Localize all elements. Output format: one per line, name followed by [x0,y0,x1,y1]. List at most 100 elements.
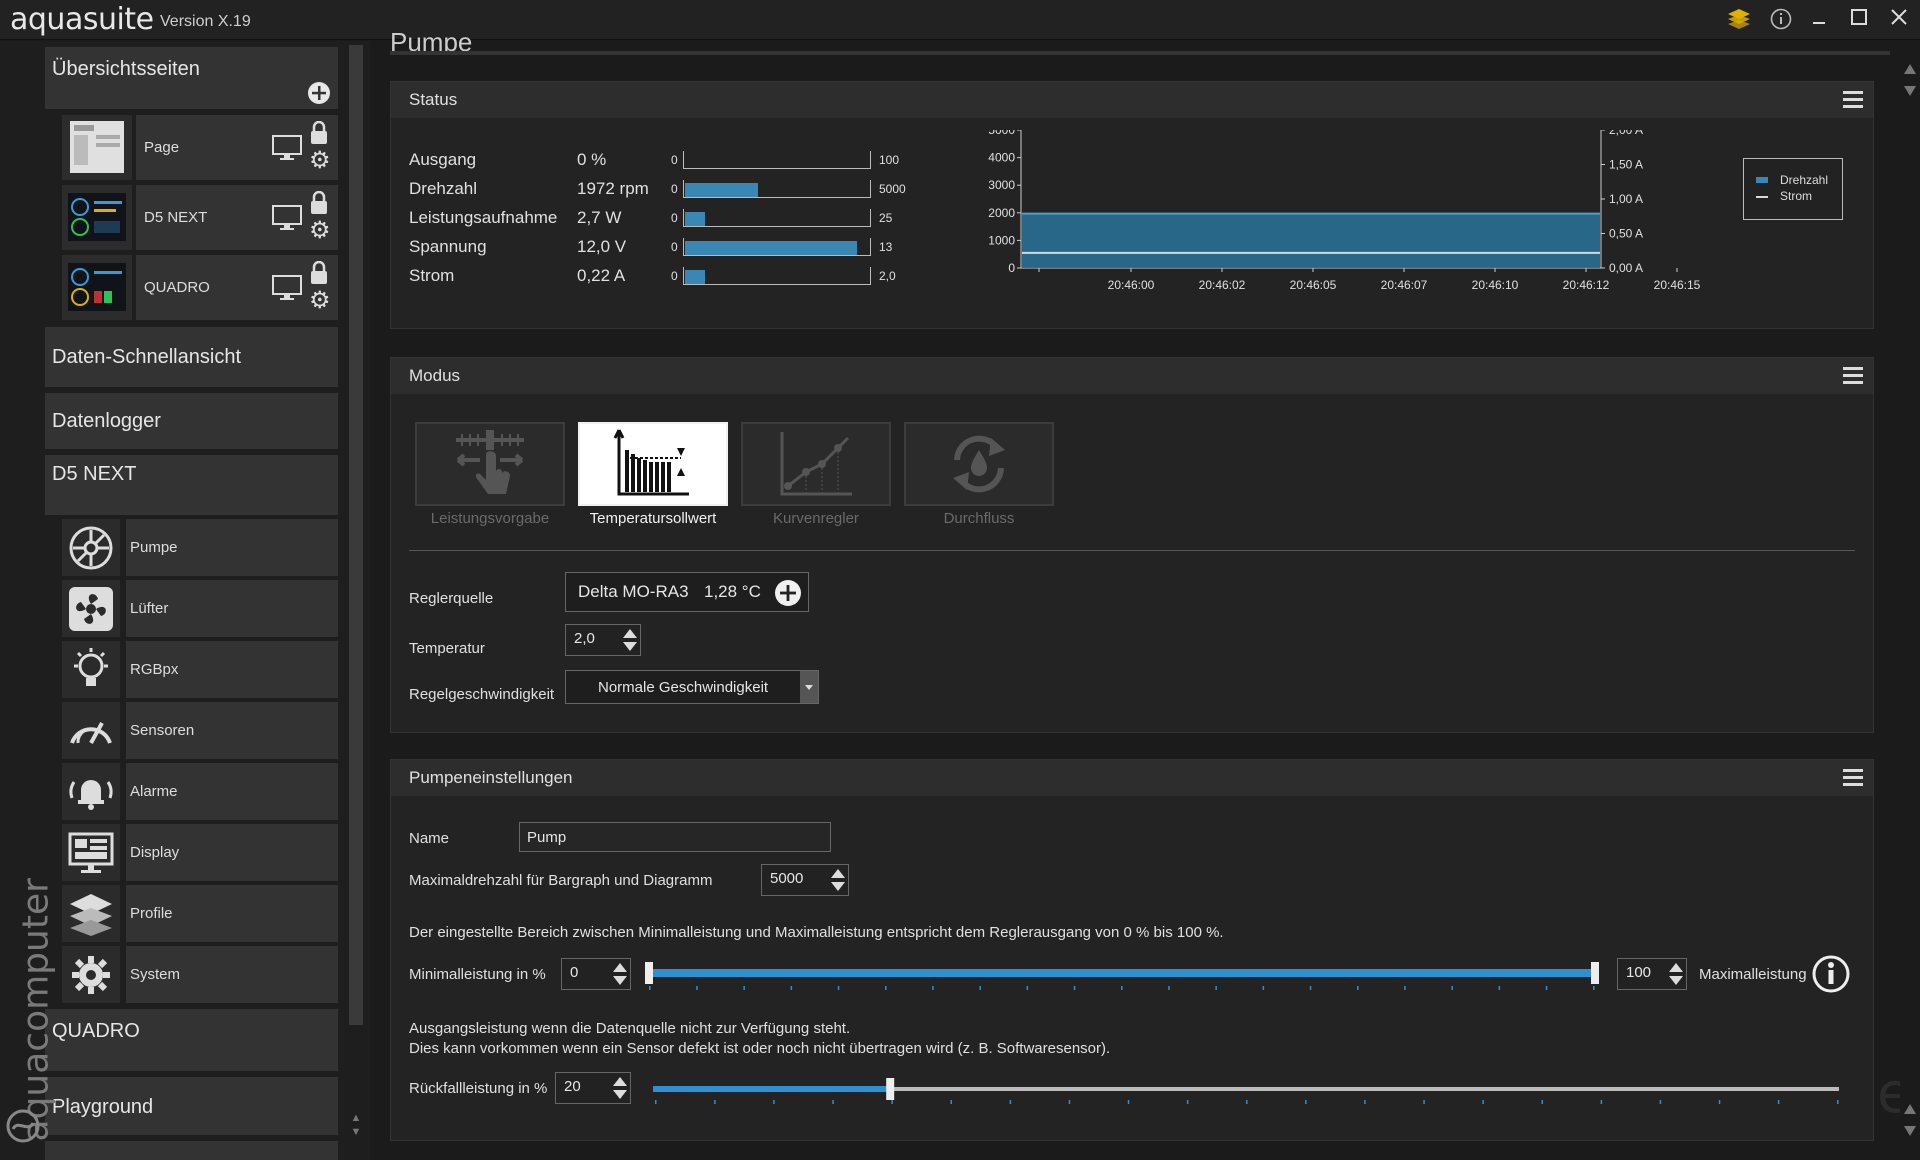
sidebar-item-more[interactable] [45,1141,338,1160]
sidebar-item-profile[interactable]: Profile [62,885,338,942]
minimalleistung-stepper[interactable]: 0 [561,958,631,990]
brand-logo-icon [6,1109,40,1148]
stepper-arrows-icon[interactable] [622,627,638,653]
mode-durchfluss-button[interactable] [904,422,1054,506]
stepper-arrows-icon[interactable] [1668,961,1684,987]
menu-icon[interactable] [1843,367,1863,384]
lock-icon[interactable] [310,260,328,290]
layers-icon[interactable] [1726,8,1752,32]
sensoren-label: Sensoren [126,702,338,759]
fallback-slider-tick [1305,1100,1307,1104]
main-scrollbar[interactable] [1900,60,1920,1160]
info-icon[interactable] [1811,954,1851,999]
page-label: QUADRO [136,255,338,320]
sidebar-item-quadro[interactable]: QUADRO [45,1009,338,1071]
monitor-icon[interactable] [272,275,302,306]
maxrpm-value: 5000 [770,870,804,887]
rueckfallleistung-stepper[interactable]: 20 [555,1072,631,1104]
fallback-note-1: Ausgangsleistung wenn die Datenquelle ni… [409,1020,851,1037]
regelgeschwindigkeit-select[interactable]: Normale Geschwindigkeit [565,670,819,704]
menu-icon[interactable] [1843,769,1863,786]
fallback-slider-tick [891,1100,893,1104]
display-icon [62,824,120,881]
range-slider-min-handle[interactable] [645,962,653,984]
sidebar-item-pumpe[interactable]: Pumpe [62,519,338,576]
quadro-label: QUADRO [52,1020,140,1042]
chart-x-tick-label: 20:46:10 [1472,278,1519,292]
stepper-arrows-icon[interactable] [612,961,628,987]
sidebar-page-page[interactable]: Page ⚙ [62,115,338,180]
gauge-icon [62,702,120,759]
sidebar-scroll-arrows[interactable]: ▲ ▼ [349,1111,363,1139]
app-version: Version X.19 [160,13,251,30]
fallback-slider-tick [1482,1100,1484,1104]
sidebar-item-datalogger[interactable]: Datenlogger [45,393,338,449]
mode-temperatursollwert-button[interactable] [578,422,728,506]
page-title: Pumpe [390,27,473,51]
monitor-icon[interactable] [272,135,302,166]
range-slider-tick [1121,986,1123,990]
sidebar-item-d5next[interactable]: D5 NEXT [45,455,338,515]
range-slider-tick [790,986,793,990]
gear-icon[interactable]: ⚙ [309,149,331,173]
maxrpm-stepper[interactable]: 5000 [761,864,849,896]
sidebar-page-quadro[interactable]: QUADRO ⚙ [62,255,338,320]
data-quickview-label: Daten-Schnellansicht [52,346,241,368]
status-row-value: 12,0 V [577,237,627,256]
name-input[interactable]: Pump [519,822,831,852]
reglerquelle-selector[interactable]: Delta MO-RA3 1,28 °C [565,572,809,612]
sidebar-item-sensoren[interactable]: Sensoren [62,702,338,759]
fallback-slider-tick [714,1100,716,1104]
sidebar-item-luefter[interactable]: Lüfter [62,580,338,637]
sidebar-overview-header[interactable]: Übersichtsseiten [45,47,338,109]
legend-swatch-strom [1756,196,1768,198]
maximize-button[interactable] [1846,8,1872,32]
gear-icon[interactable]: ⚙ [309,289,331,313]
sidebar-page-d5next[interactable]: D5 NEXT ⚙ [62,185,338,250]
sidebar-item-system[interactable]: System [62,946,338,1003]
minimize-button[interactable] [1806,8,1832,32]
sidebar-item-rgbpx[interactable]: RGBpx [62,641,338,698]
range-slider-max-handle[interactable] [1591,962,1599,984]
status-chart: 0 1000 2000 3000 4000 5000 0,00 A 0,50 A 1,00 A 1… [988,130,1701,292]
stepper-arrows-icon[interactable] [612,1075,628,1101]
mode-kurvenregler-button[interactable] [741,422,891,506]
lock-icon[interactable] [310,120,328,150]
fallback-slider-handle[interactable] [886,1078,895,1100]
sidebar-scrollbar[interactable] [349,45,363,1025]
mode-leistungsvorgabe-button[interactable] [415,422,565,506]
maxrpm-label: Maximaldrehzahl für Bargraph und Diagram… [409,872,713,889]
range-slider-tick [1262,986,1265,990]
chevron-down-icon[interactable] [800,671,818,703]
range-slider-tick [1498,986,1501,990]
range-slider-tick [979,986,981,990]
maximalleistung-stepper[interactable]: 100 [1617,958,1687,990]
range-slider[interactable] [643,956,1605,996]
sidebar-item-playground[interactable]: Playground [45,1077,338,1135]
info-icon[interactable] [1768,8,1794,32]
range-slider-tick [885,986,887,990]
temperatur-stepper[interactable]: 2,0 [565,624,641,656]
lock-icon[interactable] [310,190,328,220]
datalogger-label: Datenlogger [52,410,161,432]
add-source-icon[interactable] [774,579,802,612]
fallback-slider[interactable] [649,1070,1849,1110]
reglerquelle-value: Delta MO-RA3 [578,582,689,601]
playground-label: Playground [52,1096,154,1118]
stepper-arrows-icon[interactable] [830,867,846,893]
range-slider-tick [1073,986,1076,990]
status-row-label: Leistungsaufnahme [409,208,558,227]
status-row-min: 0 [671,211,678,225]
range-slider-tick [1357,986,1359,990]
menu-icon[interactable] [1843,91,1863,108]
close-button[interactable] [1886,8,1912,32]
sidebar-item-alarme[interactable]: Alarme [62,763,338,820]
layers-icon [62,885,120,942]
sidebar-item-data-quickview[interactable]: Daten-Schnellansicht [45,327,338,387]
monitor-icon[interactable] [272,205,302,236]
mode-temperatursollwert-label: Temperatursollwert [589,510,717,527]
status-row-max: 25 [879,211,893,225]
gear-icon[interactable]: ⚙ [309,219,331,243]
chart-left-tick-label: 4000 [988,151,1015,165]
sidebar-item-display[interactable]: Display [62,824,338,881]
